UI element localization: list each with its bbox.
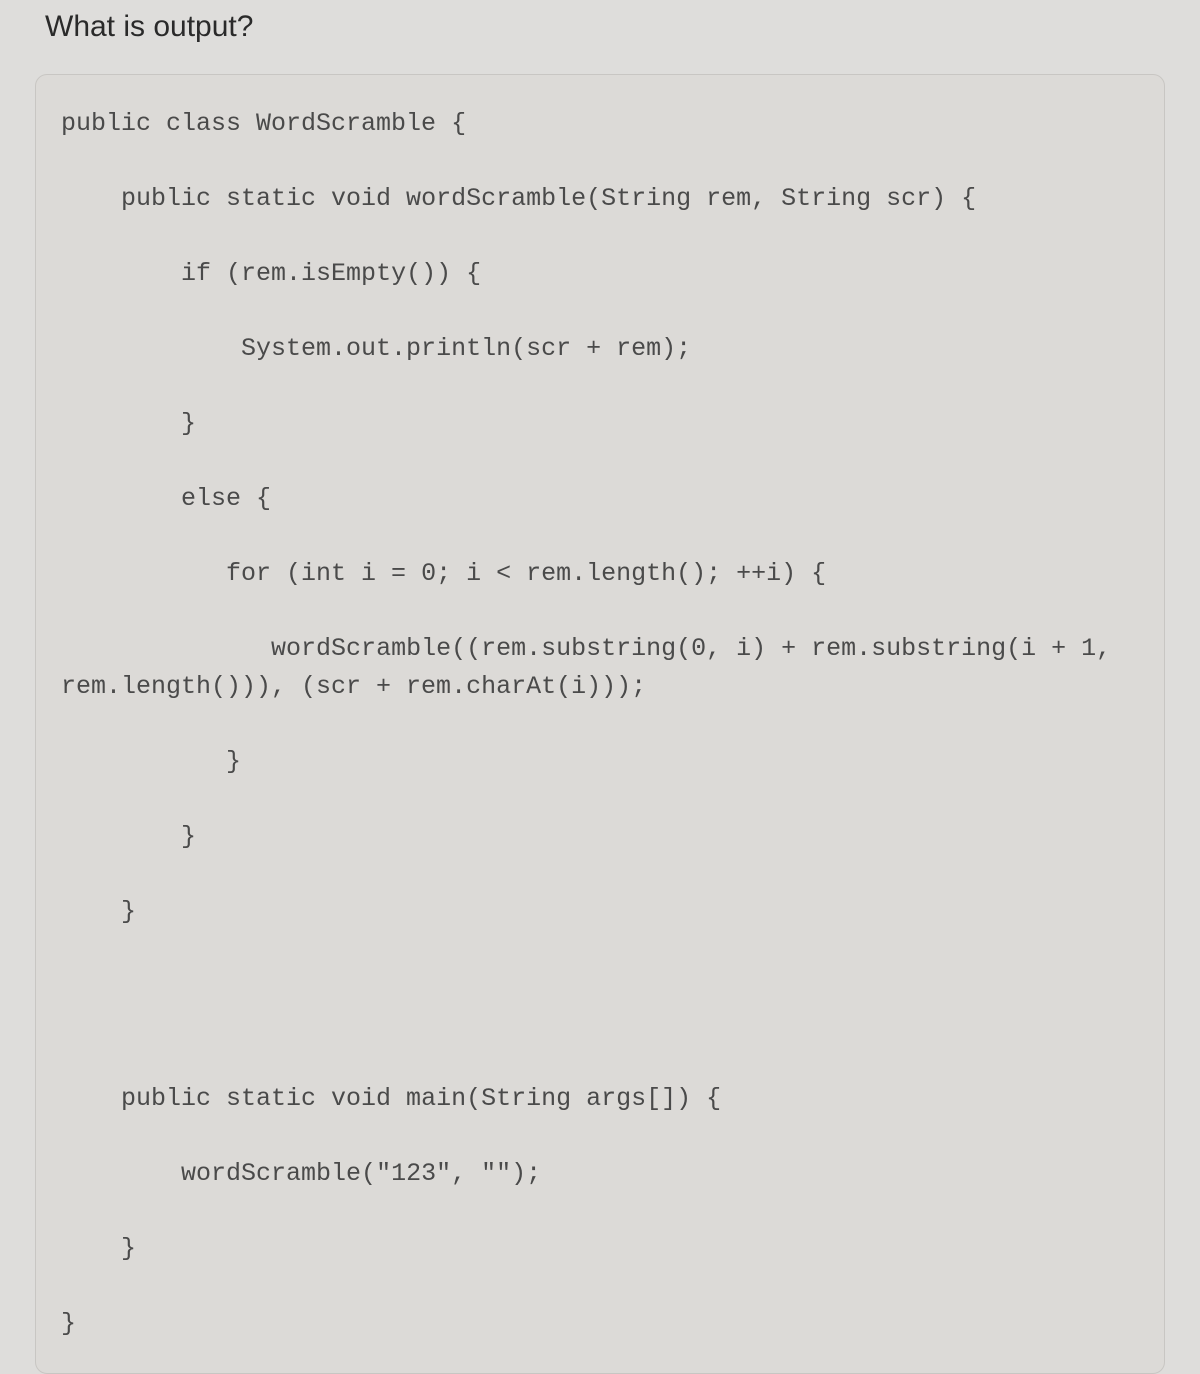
code-block: public class WordScramble { public stati…: [61, 105, 1139, 1343]
code-container: public class WordScramble { public stati…: [35, 74, 1165, 1374]
question-title: What is output?: [30, 10, 1170, 44]
